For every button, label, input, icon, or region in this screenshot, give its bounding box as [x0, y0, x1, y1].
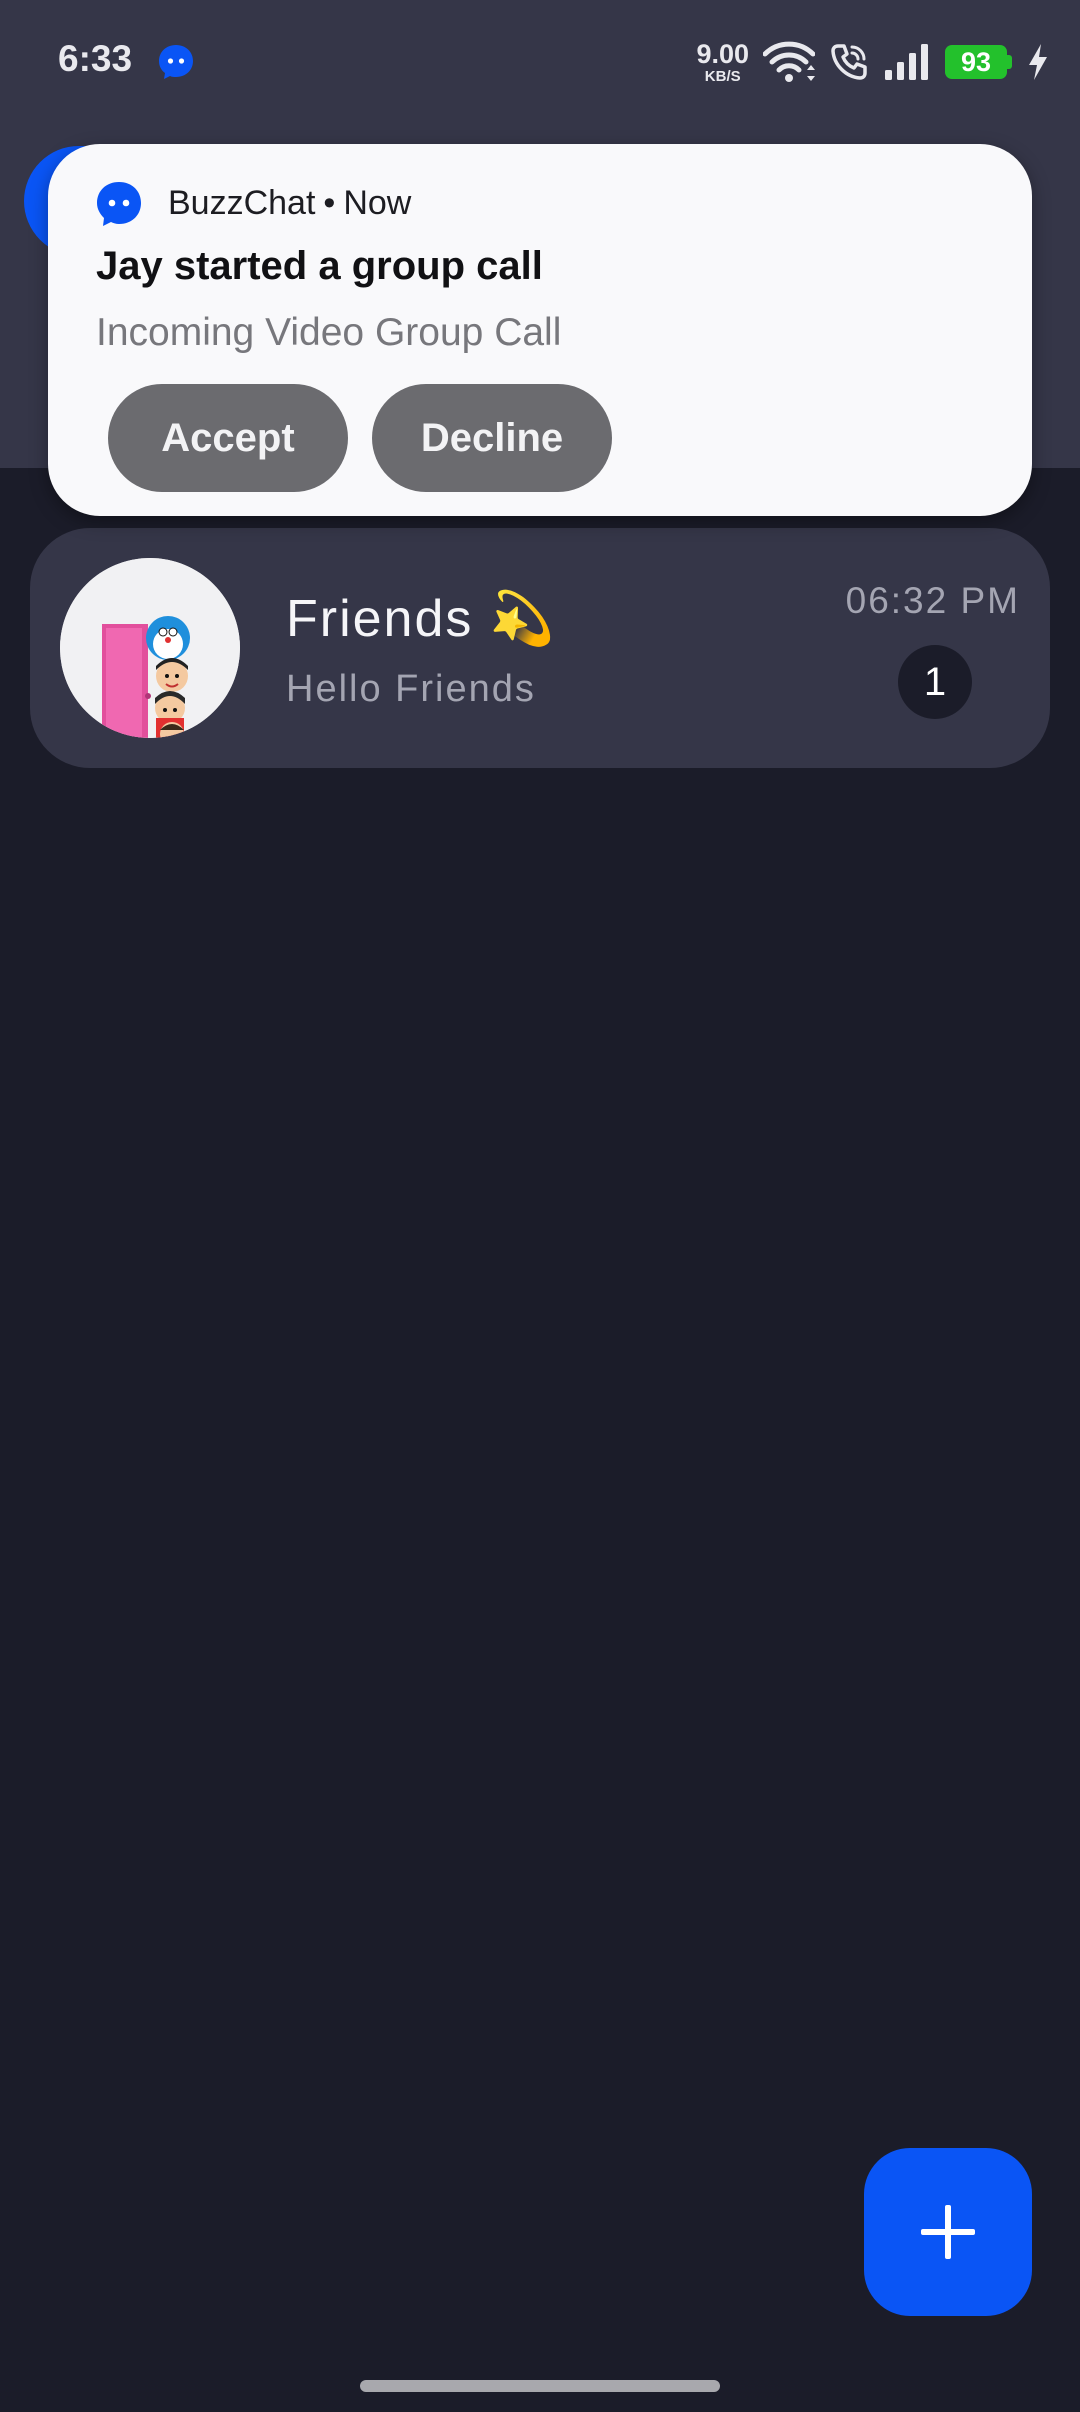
chat-list-item-friends[interactable]: Friends 💫 Hello Friends 06:32 PM 1 — [30, 528, 1050, 768]
signal-icon — [885, 44, 928, 80]
group-avatar[interactable] — [60, 558, 240, 738]
status-bar: 6:33 9.00 KB/S 93 — [0, 0, 1080, 124]
gesture-navigation-bar[interactable] — [360, 2380, 720, 2392]
chat-timestamp: 06:32 PM — [845, 580, 1020, 621]
wifi-icon — [763, 41, 815, 82]
unread-count-badge: 1 — [898, 645, 972, 719]
battery-tip — [1007, 55, 1012, 69]
network-speed: 9.00 KB/S — [696, 38, 749, 85]
call-notification[interactable]: BuzzChat • Now Jay started a group call In… — [48, 144, 1032, 516]
status-icons: 9.00 KB/S 93 — [696, 36, 1050, 88]
notification-title: Jay started a group call — [96, 244, 543, 288]
notification-time: Now — [343, 184, 412, 222]
accept-call-button[interactable]: Accept — [108, 384, 348, 492]
network-speed-unit: KB/S — [704, 67, 741, 85]
notification-app-name: BuzzChat — [168, 184, 316, 222]
notification-separator: • — [323, 184, 336, 222]
battery-level: 93 — [945, 45, 1007, 79]
chat-name: Friends 💫 — [286, 590, 557, 648]
buzzchat-notification-icon — [159, 45, 193, 79]
network-speed-value: 9.00 — [696, 38, 749, 69]
wifi-calling-icon — [831, 44, 867, 80]
notification-header: BuzzChat • Now — [168, 184, 411, 223]
battery-icon: 93 — [945, 45, 1012, 79]
notification-text: Incoming Video Group Call — [96, 311, 562, 354]
app-screen: 6:33 9.00 KB/S 93 Friends 💫 Hello Friend… — [0, 0, 1080, 2412]
plus-icon — [921, 2205, 975, 2259]
charging-icon — [1029, 44, 1047, 80]
buzzchat-app-icon — [97, 182, 141, 226]
status-time: 6:33 — [58, 38, 133, 79]
decline-call-button[interactable]: Decline — [372, 384, 612, 492]
group-avatar-image — [60, 558, 240, 738]
new-chat-fab[interactable] — [864, 2148, 1032, 2316]
chat-last-message: Hello Friends — [286, 668, 536, 710]
